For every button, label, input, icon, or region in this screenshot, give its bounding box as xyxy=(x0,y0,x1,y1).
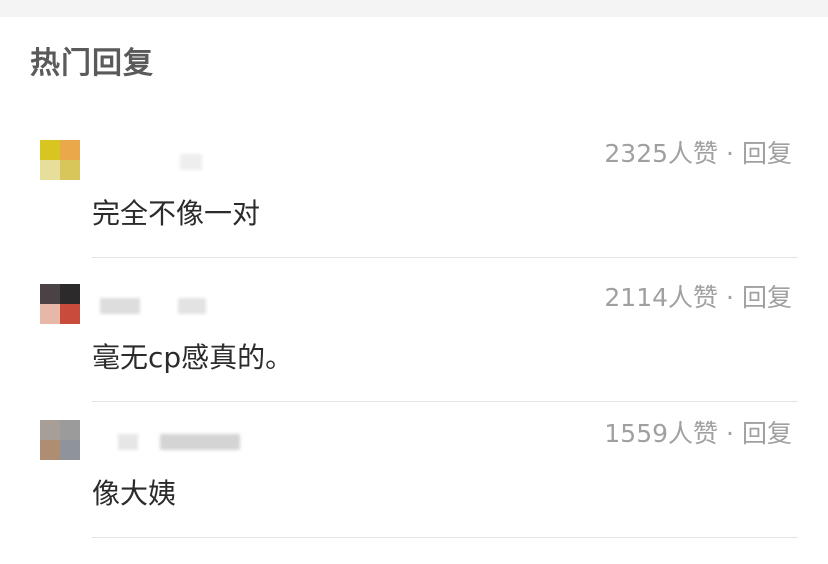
section-title: 热门回复 xyxy=(30,46,154,81)
comment-meta: 2325人赞 · 回复 xyxy=(604,138,792,170)
comment-text: 毫无cp感真的。 xyxy=(92,341,294,374)
comment-item: 2114人赞 · 回复 毫无cp感真的。 xyxy=(0,282,828,428)
reply-button[interactable]: 回复 xyxy=(742,139,792,168)
like-count[interactable]: 2325人赞 xyxy=(604,139,718,168)
reply-button[interactable]: 回复 xyxy=(742,419,792,448)
avatar-pixel xyxy=(60,284,80,304)
comment-item: 2325人赞 · 回复 完全不像一对 xyxy=(0,138,828,284)
comment-text: 像大姨 xyxy=(92,477,177,510)
avatar[interactable] xyxy=(40,284,80,324)
comment-item: 1559人赞 · 回复 像大姨 xyxy=(0,418,828,564)
avatar-pixel xyxy=(60,140,80,160)
avatar-pixel xyxy=(60,304,80,324)
avatar-pixel xyxy=(60,440,80,460)
divider xyxy=(92,401,798,402)
meta-separator: · xyxy=(726,139,734,168)
like-count[interactable]: 1559人赞 xyxy=(604,419,718,448)
username-blurred[interactable] xyxy=(100,298,140,314)
avatar-pixel xyxy=(40,140,60,160)
avatar-pixel xyxy=(40,304,60,324)
comment-meta: 1559人赞 · 回复 xyxy=(604,418,792,450)
avatar-pixel xyxy=(40,440,60,460)
avatar-pixel xyxy=(40,420,60,440)
comment-meta: 2114人赞 · 回复 xyxy=(604,282,792,314)
avatar-pixel xyxy=(60,160,80,180)
comment-text: 完全不像一对 xyxy=(92,197,261,230)
avatar-pixel xyxy=(40,284,60,304)
meta-separator: · xyxy=(726,283,734,312)
like-count[interactable]: 2114人赞 xyxy=(604,283,718,312)
reply-button[interactable]: 回复 xyxy=(742,283,792,312)
divider xyxy=(92,537,798,538)
top-strip xyxy=(0,0,828,17)
divider xyxy=(92,257,798,258)
avatar-pixel xyxy=(60,420,80,440)
username-blurred[interactable] xyxy=(180,154,202,170)
username-blurred[interactable] xyxy=(160,434,240,450)
username-blurred[interactable] xyxy=(178,298,206,314)
username-blurred[interactable] xyxy=(118,434,138,450)
avatar[interactable] xyxy=(40,420,80,460)
avatar-pixel xyxy=(40,160,60,180)
avatar[interactable] xyxy=(40,140,80,180)
meta-separator: · xyxy=(726,419,734,448)
